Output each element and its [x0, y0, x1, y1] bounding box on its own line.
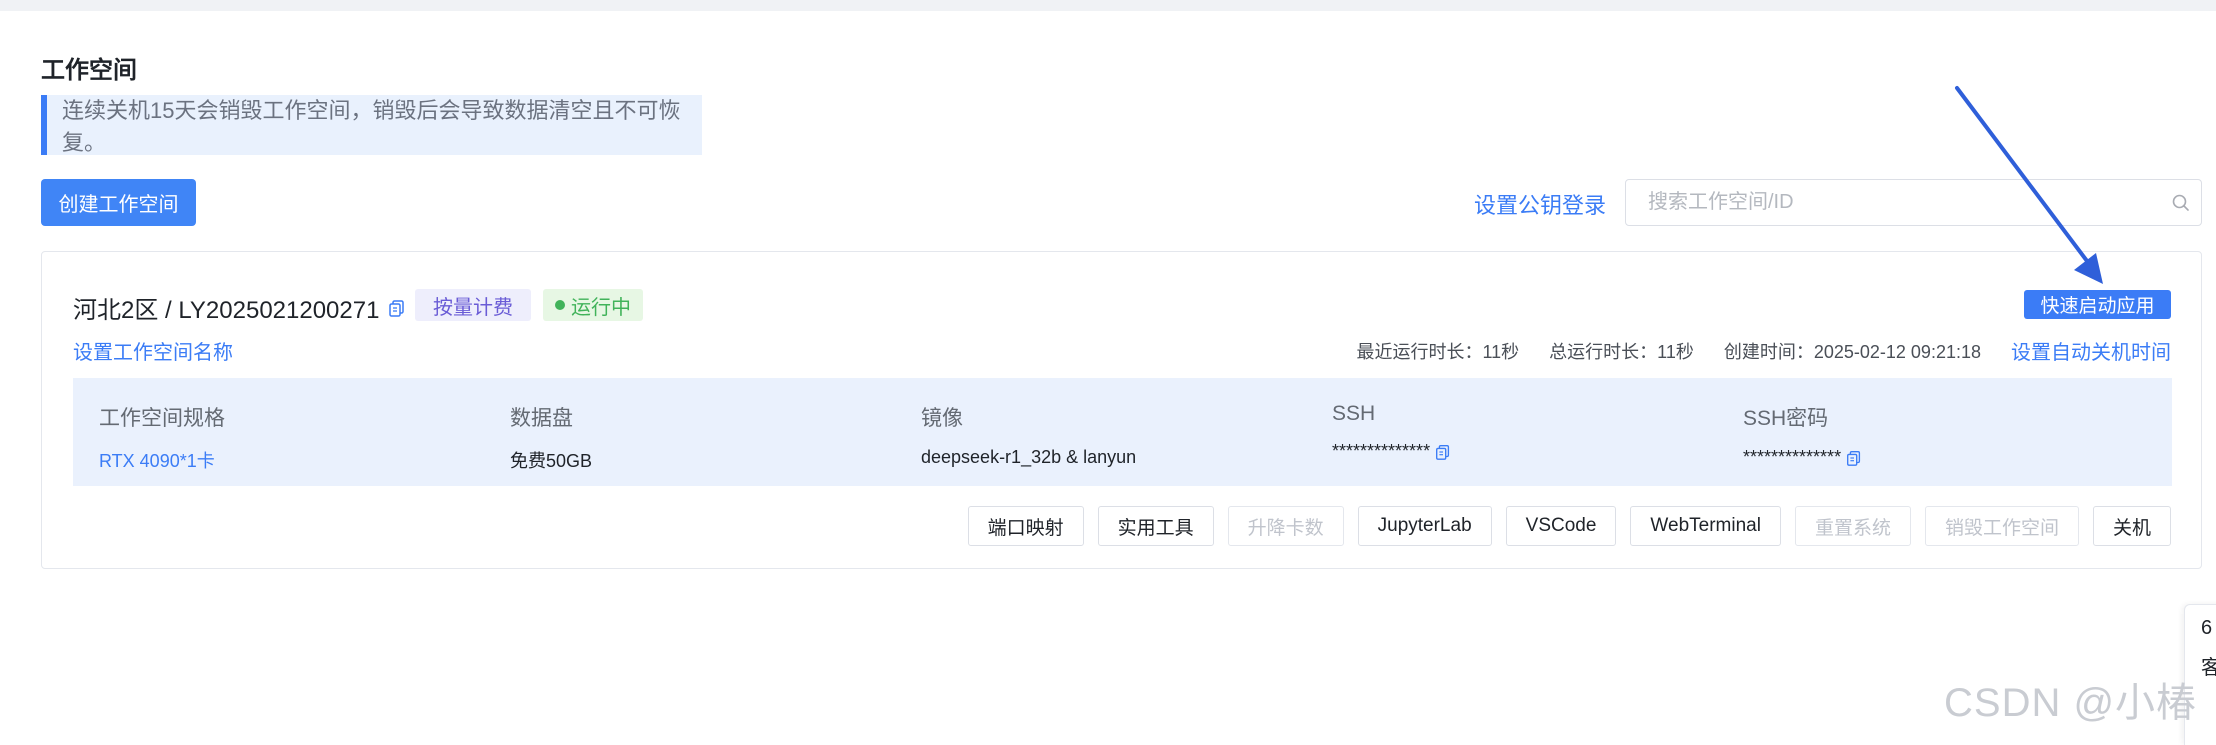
workspace-title-row: 河北2区 / LY2025021200271 [73, 290, 407, 325]
warning-notice: 连续关机15天会销毁工作空间，销毁后会导致数据清空且不可恢复。 [41, 95, 702, 155]
spec-label: 工作空间规格 [99, 407, 225, 430]
ssh-password-row: ************** [1743, 447, 1863, 468]
spec-label: 镜像 [921, 407, 963, 430]
spec-label: SSH密码 [1743, 407, 1829, 430]
spec-value: 免费50GB [510, 451, 593, 471]
create-workspace-button[interactable]: 创建工作空间 [41, 179, 196, 226]
webterminal-button[interactable]: WebTerminal [1630, 506, 1781, 546]
port-mapping-button[interactable]: 端口映射 [967, 506, 1084, 546]
search-icon[interactable] [2161, 193, 2201, 213]
annotation-arrow-icon [1955, 86, 2103, 284]
spec-label: SSH [1332, 402, 1376, 425]
spec-col-ssh: SSH ************** [1332, 402, 1452, 462]
spec-col-image: 镜像 deepseek-r1_32b & lanyun [921, 402, 1136, 468]
spec-col-disk: 数据盘 免费50GB [510, 402, 592, 473]
jupyterlab-button[interactable]: JupyterLab [1357, 506, 1492, 546]
set-autoshutdown-link[interactable]: 设置自动关机时间 [2011, 336, 2171, 365]
spec-value: deepseek-r1_32b & lanyun [921, 447, 1137, 467]
page-title: 工作空间 [41, 57, 137, 84]
utilities-button[interactable]: 实用工具 [1097, 506, 1214, 546]
spec-panel: 工作空间规格 RTX 4090*1卡 数据盘 免费50GB 镜像 deepsee… [73, 378, 2172, 486]
watermark: CSDN @小椿 [1944, 681, 2198, 725]
action-bar: 端口映射 实用工具 升降卡数 JupyterLab VSCode WebTerm… [954, 506, 2171, 546]
spec-instance-link[interactable]: RTX 4090*1卡 [99, 447, 225, 473]
set-pubkey-login-link[interactable]: 设置公钥登录 [1474, 188, 1606, 220]
workspace-title: 河北2区 / LY2025021200271 [73, 297, 380, 324]
side-widget-line1: 6 [2201, 617, 2213, 639]
side-widget-line2: 客 [2201, 657, 2216, 679]
spec-label: 数据盘 [510, 407, 573, 430]
copy-icon[interactable] [387, 298, 407, 318]
status-dot-icon [555, 300, 565, 310]
ssh-value-row: ************** [1332, 441, 1452, 462]
ssh-value: ************** [1332, 441, 1431, 461]
copy-icon[interactable] [1845, 449, 1863, 467]
ssh-password-value: ************** [1743, 447, 1842, 467]
destroy-workspace-button[interactable]: 销毁工作空间 [1924, 506, 2079, 546]
scale-gpu-button[interactable]: 升降卡数 [1227, 506, 1344, 546]
status-badge: 运行中 [543, 289, 643, 321]
billing-tag: 按量计费 [415, 289, 531, 321]
status-text: 运行中 [571, 296, 631, 319]
recent-runtime: 最近运行时长：11秒 [1356, 341, 1520, 362]
reset-system-button[interactable]: 重置系统 [1794, 506, 1911, 546]
top-band [0, 0, 2216, 11]
total-runtime: 总运行时长：11秒 [1549, 341, 1694, 362]
spec-col-instance: 工作空间规格 RTX 4090*1卡 [99, 402, 225, 473]
spec-col-ssh-password: SSH密码 ************** [1743, 402, 1863, 468]
workspace-meta: 最近运行时长：11秒 总运行时长：11秒 创建时间：2025-02-12 09:… [1326, 336, 2171, 365]
shutdown-button[interactable]: 关机 [2092, 506, 2171, 546]
workspace-card: 河北2区 / LY2025021200271 按量计费 运行中 快速启动应用 设… [41, 251, 2202, 569]
copy-icon[interactable] [1434, 443, 1452, 461]
rename-workspace-link[interactable]: 设置工作空间名称 [73, 336, 233, 365]
vscode-button[interactable]: VSCode [1505, 506, 1617, 546]
created-time: 创建时间：2025-02-12 09:21:18 [1723, 341, 1981, 362]
notice-text: 连续关机15天会销毁工作空间，销毁后会导致数据清空且不可恢复。 [62, 98, 681, 155]
